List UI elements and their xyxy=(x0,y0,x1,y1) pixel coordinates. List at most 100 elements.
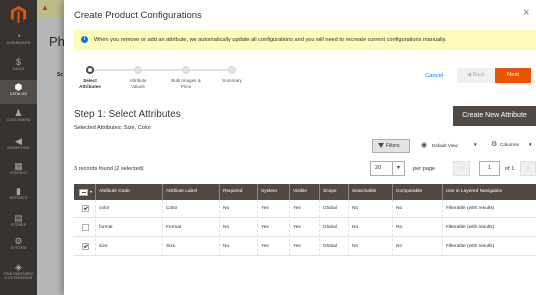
column-header[interactable]: Use in Layered Navigation xyxy=(443,184,536,200)
sidebar-item-label: CONTENT xyxy=(9,171,28,175)
sidebar-item-reports[interactable]: ▮ REPORTS xyxy=(0,186,37,208)
sidebar-item-stores[interactable]: ▤ STORES xyxy=(0,213,37,235)
table-row[interactable]: color Color No Yes Yes Global No No Filt… xyxy=(74,200,536,218)
next-button[interactable]: Next xyxy=(495,68,531,83)
table-cell: No xyxy=(393,219,443,237)
table-cell: No xyxy=(393,238,443,256)
next-page-button[interactable]: › xyxy=(520,161,536,176)
table-cell: Yes xyxy=(258,200,290,218)
column-header[interactable]: Attribute Code xyxy=(96,184,163,200)
table-cell: Filterable (with results) xyxy=(446,244,495,249)
page-total: of 1 xyxy=(505,166,515,172)
chevron-down-icon[interactable]: ▼ xyxy=(393,161,405,176)
chevron-down-icon[interactable]: ▼ xyxy=(473,142,477,147)
dollar-icon: $ xyxy=(15,57,22,67)
sidebar-item-label: REPORTS xyxy=(9,196,28,200)
per-page-label: per page xyxy=(413,166,436,172)
table-cell: No xyxy=(349,219,393,237)
row-checkbox[interactable] xyxy=(82,205,89,212)
sidebar-item-customers[interactable]: ♟ CUSTOMERS xyxy=(0,108,37,130)
sidebar-item-label: DASHBOARD xyxy=(6,41,31,45)
next-button-label: Next xyxy=(507,72,519,78)
table-cell: format xyxy=(96,219,163,237)
magento-logo-icon[interactable] xyxy=(9,5,28,24)
table-cell: Global xyxy=(320,219,349,237)
table-cell: No xyxy=(349,238,393,256)
table-cell: Format xyxy=(163,219,220,237)
step-label: Attributes xyxy=(79,83,101,89)
chevron-down-icon[interactable]: ▼ xyxy=(528,142,532,147)
sidebar-item-label: STORES xyxy=(10,223,27,227)
table-cell: Global xyxy=(320,200,349,218)
wizard-step-select-attributes[interactable]: Select Attributes xyxy=(69,78,111,89)
chevron-down-icon[interactable]: ▾ xyxy=(90,184,92,200)
step-title: Step 1: Select Attributes xyxy=(74,109,181,120)
table-cell: Yes xyxy=(290,200,320,218)
selected-attributes: Selected Attributes: Size, Color xyxy=(74,125,152,131)
sidebar-item-catalog[interactable]: ⬢ CATALOG xyxy=(0,80,37,104)
back-button-label: Back xyxy=(472,72,485,78)
create-new-attribute-button[interactable]: Create New Attribute xyxy=(453,106,536,126)
column-header[interactable]: Attribute Label xyxy=(163,184,220,200)
step-label: Summary xyxy=(222,78,242,83)
configurations-modal: Create Product Configurations × i When y… xyxy=(64,0,536,295)
table-cell: Filterable (with results) xyxy=(446,206,495,211)
modal-title: Create Product Configurations xyxy=(74,10,202,21)
wizard-step-attribute-values[interactable]: Attribute Values xyxy=(117,78,159,89)
notice-banner: i When you remove or add an attribute, w… xyxy=(74,30,536,50)
wizard-step-dot-current xyxy=(86,66,94,74)
records-count: 3 records found (2 selected) xyxy=(74,166,144,172)
table-cell: Color xyxy=(163,200,220,218)
page-number-input[interactable]: 1 xyxy=(479,161,500,176)
gear-icon: ⚙ xyxy=(14,236,23,246)
previous-page-button[interactable]: ‹ xyxy=(453,161,470,176)
column-header[interactable]: Scope xyxy=(320,184,349,200)
sidebar-item-partners[interactable]: ◈ FIND PARTNERS & EXTENSIONS xyxy=(0,262,37,292)
mass-select-checkbox[interactable] xyxy=(79,188,88,196)
sidebar-item-label: CATALOG xyxy=(9,92,28,96)
sidebar-item-marketing[interactable]: ◀ MARKETING xyxy=(0,136,37,158)
box-icon: ◈ xyxy=(14,262,23,272)
columns-dropdown[interactable]: Columns xyxy=(500,143,519,148)
megaphone-icon: ◀ xyxy=(14,136,23,146)
per-page-select[interactable]: 20 xyxy=(370,161,393,176)
sidebar-item-dashboard[interactable]: ◔ DASHBOARD xyxy=(0,31,37,53)
speedometer-icon: ◔ xyxy=(15,31,22,41)
sidebar-item-system[interactable]: ⚙ SYSTEM xyxy=(0,236,37,258)
sidebar-item-label: SALES xyxy=(12,67,25,71)
row-checkbox[interactable] xyxy=(82,243,89,250)
filters-label: Filters xyxy=(386,143,400,149)
gear-icon[interactable]: ⚙ xyxy=(491,140,497,148)
step-label: Price xyxy=(180,83,192,89)
eye-icon[interactable]: ◉ xyxy=(421,141,427,149)
row-checkbox[interactable] xyxy=(82,224,89,231)
sidebar-item-sales[interactable]: $ SALES xyxy=(0,57,37,79)
back-button[interactable]: ◀ Back xyxy=(457,68,495,83)
wizard-step-dot xyxy=(182,66,190,74)
column-header[interactable]: System xyxy=(258,184,290,200)
table-cell: Size xyxy=(163,238,220,256)
filters-button[interactable]: Filters xyxy=(372,139,410,153)
sidebar-item-label: MARKETING xyxy=(7,146,30,150)
layout-icon: ▦ xyxy=(14,161,23,171)
column-header[interactable]: Required xyxy=(220,184,258,200)
table-cell: No xyxy=(393,200,443,218)
table-cell: No xyxy=(220,238,258,256)
table-cell: Yes xyxy=(258,238,290,256)
table-row[interactable]: size Size No Yes Yes Global No No Filter… xyxy=(74,238,536,256)
table-row[interactable]: format Format No Yes Yes Global No No Fi… xyxy=(74,219,536,237)
cancel-button[interactable]: Cancel xyxy=(425,73,443,79)
wizard-step-bulk-images[interactable]: Bulk Images & Price xyxy=(165,78,207,89)
bar-chart-icon: ▮ xyxy=(15,186,22,196)
info-icon: i xyxy=(81,36,88,43)
mass-action-header[interactable]: ▾ xyxy=(74,184,96,200)
column-header[interactable]: Visible xyxy=(290,184,320,200)
person-icon: ♟ xyxy=(14,108,23,118)
column-header[interactable]: Comparable xyxy=(393,184,443,200)
close-icon[interactable]: × xyxy=(523,7,529,19)
sidebar-item-content[interactable]: ▦ CONTENT xyxy=(0,161,37,183)
table-cell: Yes xyxy=(290,219,320,237)
wizard-step-summary[interactable]: Summary xyxy=(211,78,253,84)
default-view-dropdown[interactable]: Default View xyxy=(432,143,458,148)
column-header[interactable]: Searchable xyxy=(349,184,393,200)
